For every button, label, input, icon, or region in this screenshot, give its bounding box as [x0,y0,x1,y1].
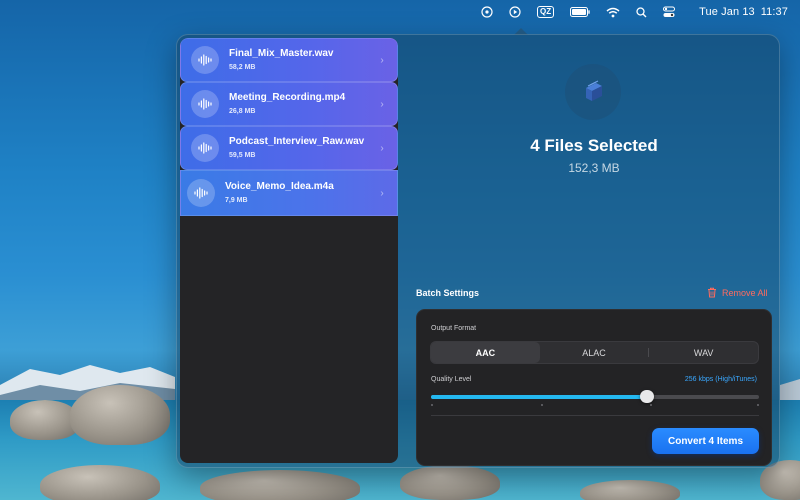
control-center-icon[interactable] [655,0,683,24]
file-name: Final_Mix_Master.wav [229,47,334,59]
file-size: 26,8 MB [229,107,256,115]
selection-icon-badge [565,64,621,120]
waveform-icon [191,90,219,118]
waveform-icon [187,179,215,207]
wifi-icon[interactable] [598,0,628,24]
file-item[interactable]: Final_Mix_Master.wav 58,2 MB › [180,38,398,82]
file-item[interactable]: Voice_Memo_Idea.m4a 7,9 MB › [180,170,398,216]
selection-total-size: 152,3 MB [568,161,620,175]
waveform-icon [191,46,219,74]
file-size: 58,2 MB [229,63,256,71]
file-size: 7,9 MB [225,196,248,204]
convert-button[interactable]: Convert 4 Items [652,428,759,454]
file-item[interactable]: Meeting_Recording.mp4 26,8 MB › [180,82,398,126]
chevron-right-icon: › [380,187,384,199]
menu-bar-date: Tue Jan 13 [699,6,755,18]
remove-all-label: Remove All [722,287,768,298]
slider-tick [757,404,759,406]
quality-slider-fill [431,395,648,399]
search-icon[interactable] [628,0,655,24]
wallpaper-rock [400,465,500,500]
battery-icon[interactable] [562,0,598,24]
chevron-right-icon: › [380,98,384,110]
slider-tick [650,404,652,406]
output-format-label: Output Format [431,325,477,332]
chevron-right-icon: › [380,54,384,66]
file-list: Final_Mix_Master.wav 58,2 MB › Meeting_R… [180,38,398,463]
wallpaper-rock [40,465,160,500]
quality-slider-knob[interactable] [640,390,655,403]
file-name: Podcast_Interview_Raw.wav [229,135,365,147]
wallpaper-rock [70,385,170,445]
menu-bar: QZ Tue Jan 13 11:37 [0,0,800,24]
file-item[interactable]: Podcast_Interview_Raw.wav 59,5 MB › [180,126,398,170]
output-format-segmented-control: AAC ALAC WAV [430,341,759,364]
quality-slider[interactable] [431,390,759,403]
card-divider [431,415,759,416]
slider-tick [431,404,433,406]
remove-all-button[interactable]: Remove All [707,287,768,298]
stacked-files-icon [586,80,602,101]
settings-card: Output Format AAC ALAC WAV Quality Level… [416,309,772,466]
trash-icon [708,287,716,298]
menu-bar-time: 11:37 [760,6,788,18]
wallpaper-rock [580,480,680,500]
waveform-icon [191,134,219,162]
format-option-aac[interactable]: AAC [431,342,540,363]
quality-level-label: Quality Level [431,376,472,383]
selection-title: 4 Files Selected [530,136,658,155]
wallpaper-rock [200,470,360,500]
menu-bar-clock[interactable]: Tue Jan 13 11:37 [683,6,788,18]
app-status-icon[interactable] [473,0,501,24]
format-option-alac[interactable]: ALAC [540,342,649,363]
chevron-right-icon: › [380,142,384,154]
play-circle-icon[interactable] [501,0,529,24]
file-name: Voice_Memo_Idea.m4a [225,180,334,192]
quality-level-value: 256 kbps (High/iTunes) [684,376,757,383]
batch-settings-label: Batch Settings [416,288,480,298]
qz-icon[interactable]: QZ [529,0,562,24]
slider-tick [541,404,543,406]
file-size: 59,5 MB [229,151,256,159]
qz-label: QZ [537,6,555,18]
format-option-wav[interactable]: WAV [649,342,758,363]
file-name: Meeting_Recording.mp4 [229,91,346,103]
